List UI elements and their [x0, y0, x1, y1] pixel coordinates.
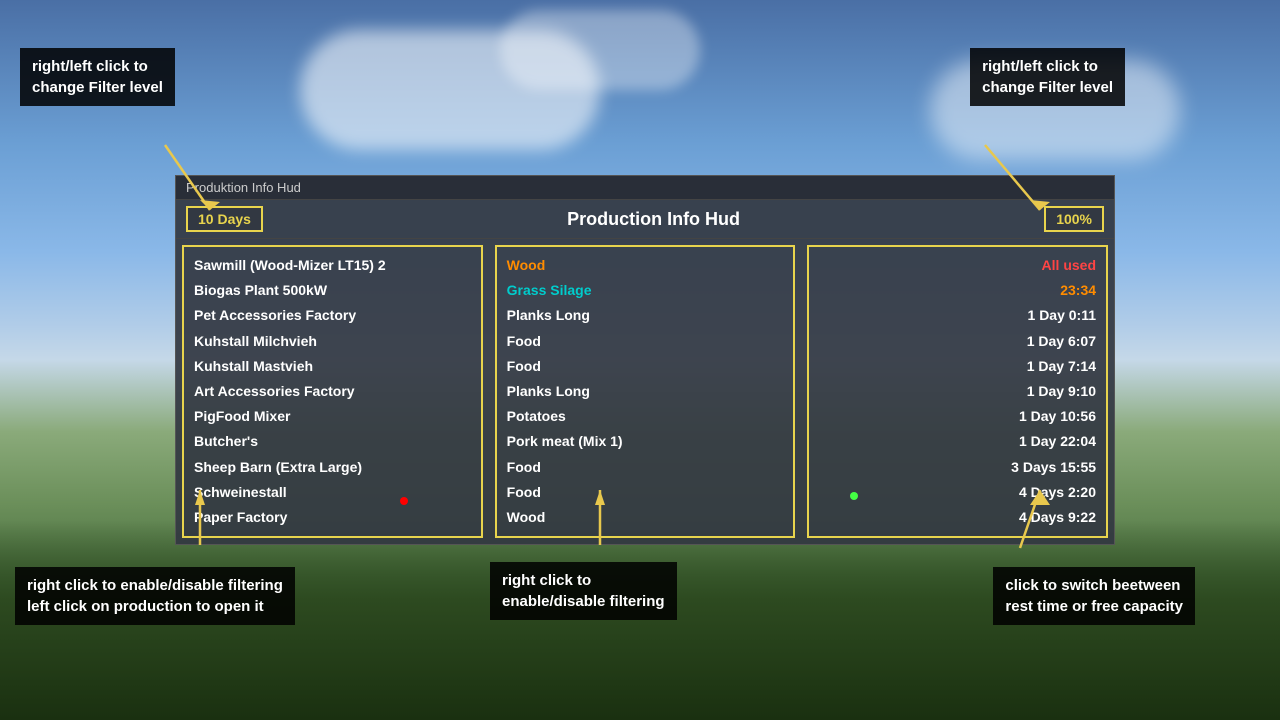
filter-days-button[interactable]: 10 Days [186, 206, 263, 232]
dot-green [850, 492, 858, 500]
list-item: 3 Days 15:55 [819, 455, 1096, 480]
list-item: 4 Days 2:20 [819, 480, 1096, 505]
list-item[interactable]: Paper Factory [194, 505, 471, 530]
list-item: Food [507, 455, 784, 480]
list-item: All used [819, 253, 1096, 278]
list-item: Wood [507, 253, 784, 278]
list-item: 1 Day 10:56 [819, 404, 1096, 429]
list-item: Pork meat (Mix 1) [507, 429, 784, 454]
list-item[interactable]: PigFood Mixer [194, 404, 471, 429]
list-item: Planks Long [507, 303, 784, 328]
hud-title-bar: Produktion Info Hud [176, 176, 1114, 200]
list-item[interactable]: Biogas Plant 500kW [194, 278, 471, 303]
list-item: 1 Day 6:07 [819, 329, 1096, 354]
list-item: Planks Long [507, 379, 784, 404]
cloud-3 [500, 10, 700, 90]
dot-red [400, 497, 408, 505]
list-item: 23:34 [819, 278, 1096, 303]
tooltip-top-left: right/left click to change Filter level [20, 48, 175, 106]
productions-column: Sawmill (Wood-Mizer LT15) 2 Biogas Plant… [182, 245, 483, 538]
list-item: Food [507, 329, 784, 354]
list-item[interactable]: Sawmill (Wood-Mizer LT15) 2 [194, 253, 471, 278]
list-item: Grass Silage [507, 278, 784, 303]
hud-header: 10 Days Production Info Hud 100% [176, 200, 1114, 239]
list-item: 1 Day 0:11 [819, 303, 1096, 328]
list-item: 1 Day 22:04 [819, 429, 1096, 454]
filter-pct-button[interactable]: 100% [1044, 206, 1104, 232]
hud-panel: Produktion Info Hud 10 Days Production I… [175, 175, 1115, 545]
list-item[interactable]: Kuhstall Mastvieh [194, 354, 471, 379]
tooltip-top-right: right/left click to change Filter level [970, 48, 1125, 106]
hud-content: Sawmill (Wood-Mizer LT15) 2 Biogas Plant… [176, 239, 1114, 544]
list-item: Potatoes [507, 404, 784, 429]
list-item: 1 Day 9:10 [819, 379, 1096, 404]
list-item: Food [507, 480, 784, 505]
list-item[interactable]: Butcher's [194, 429, 471, 454]
tooltip-bottom-right: click to switch beetween rest time or fr… [993, 567, 1195, 625]
outputs-column: Wood Grass Silage Planks Long Food Food … [495, 245, 796, 538]
list-item: Wood [507, 505, 784, 530]
tooltip-bottom-mid: right click to enable/disable filtering [490, 562, 677, 620]
list-item[interactable]: Art Accessories Factory [194, 379, 471, 404]
list-item[interactable]: Schweinestall [194, 480, 471, 505]
list-item: Food [507, 354, 784, 379]
list-item[interactable]: Sheep Barn (Extra Large) [194, 455, 471, 480]
list-item[interactable]: Kuhstall Milchvieh [194, 329, 471, 354]
hud-main-title: Production Info Hud [263, 209, 1044, 230]
list-item: 1 Day 7:14 [819, 354, 1096, 379]
tooltip-bottom-left: right click to enable/disable filtering … [15, 567, 295, 625]
list-item[interactable]: Pet Accessories Factory [194, 303, 471, 328]
list-item: 4 Days 9:22 [819, 505, 1096, 530]
